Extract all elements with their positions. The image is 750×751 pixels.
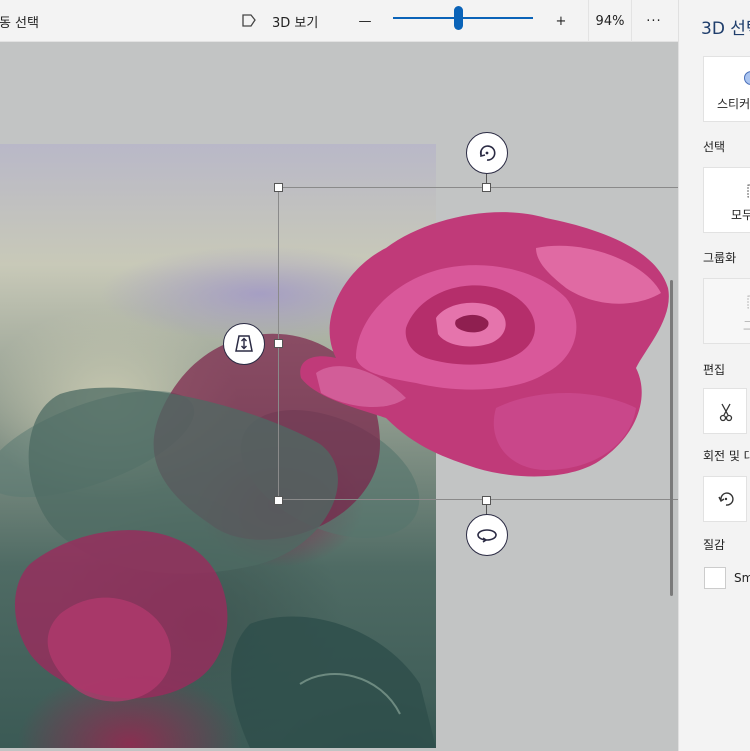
zoom-level-value: 94% (595, 13, 625, 29)
zoom-out-button[interactable]: — (355, 0, 375, 42)
zoom-slider-track[interactable] (393, 17, 533, 19)
rotate-z-button[interactable] (466, 132, 508, 174)
rotate-x-button[interactable] (466, 514, 508, 556)
view-3d-icon (242, 14, 256, 27)
smooth-checkbox[interactable] (704, 567, 726, 589)
zoom-slider-thumb[interactable] (454, 6, 463, 30)
auto-select-label: 자동 선택 (0, 15, 39, 31)
group-button-label: 그 (743, 317, 750, 334)
rotate-x-icon (477, 529, 497, 543)
zoom-in-button[interactable]: + (550, 0, 572, 42)
panel-title: 3D 선택 (701, 19, 750, 39)
rotate-button[interactable] (703, 476, 747, 522)
depth-z-icon (235, 335, 253, 352)
group-button[interactable]: 그 (703, 278, 750, 344)
rotate-section-label: 회전 및 대 (703, 449, 750, 463)
canvas-scrollbar[interactable] (670, 280, 673, 596)
sticker-button[interactable]: 스티커 (703, 56, 750, 122)
zoom-level[interactable]: 94% (588, 0, 632, 42)
rotate-z-icon (479, 145, 496, 161)
select-all-button[interactable]: 모두 (703, 167, 750, 233)
auto-select-button[interactable]: 자동 선택 (0, 0, 39, 42)
minus-icon: — (358, 13, 372, 29)
resize-handle-top[interactable] (482, 183, 491, 192)
selection-box[interactable] (278, 187, 698, 500)
rotate-icon (718, 492, 734, 506)
more-icon: ··· (646, 13, 662, 29)
smooth-label: Sm (734, 571, 750, 585)
select-section-label: 선택 (703, 140, 726, 154)
edit-section-label: 편집 (703, 363, 726, 377)
resize-handle-bottom[interactable] (482, 496, 491, 505)
view-3d-label: 3D 보기 (272, 15, 319, 31)
sticker-label: 스티커 (717, 97, 750, 111)
group-section-label: 그룹화 (703, 251, 737, 265)
resize-handle-left[interactable] (274, 339, 283, 348)
more-options-button[interactable]: ··· (642, 0, 666, 42)
depth-z-button[interactable] (223, 323, 265, 365)
top-toolbar: 자동 선택 3D 보기 — + 94% ··· (0, 0, 678, 42)
sticker-icon (744, 71, 750, 85)
texture-section-label: 질감 (703, 538, 726, 552)
plus-icon: + (555, 13, 567, 29)
cut-button[interactable] (703, 388, 747, 434)
resize-handle-top-left[interactable] (274, 183, 283, 192)
right-panel: 3D 선택 스티커 선택 모두 그룹화 그 편집 회전 및 대 질감 (678, 0, 750, 751)
scissors-icon (719, 403, 733, 422)
select-all-label: 모두 (731, 208, 750, 222)
resize-handle-bottom-left[interactable] (274, 496, 283, 505)
view-3d-button[interactable]: 3D 보기 (240, 0, 318, 42)
